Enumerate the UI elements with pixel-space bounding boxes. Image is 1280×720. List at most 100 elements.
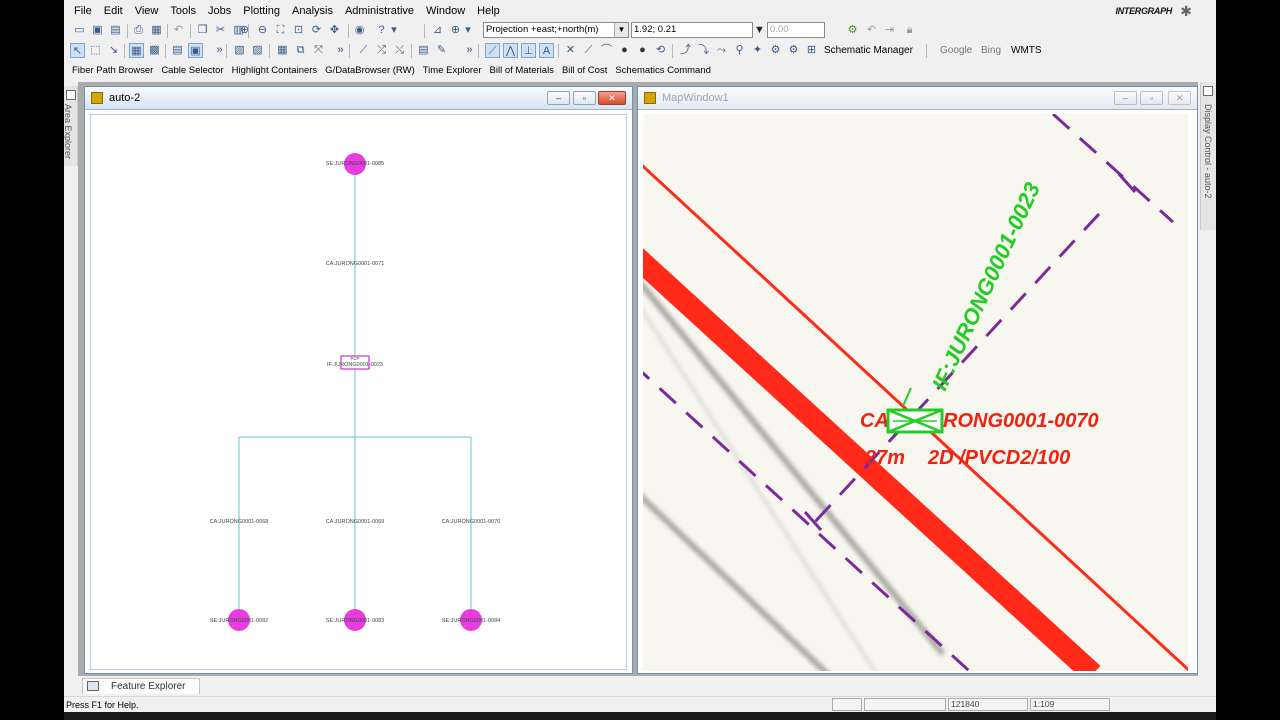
more-tools-icon[interactable]: » <box>212 43 227 58</box>
trace-upstream-icon[interactable]: ⤴ <box>678 43 693 58</box>
lock-icon[interactable]: 🔒︎ <box>902 23 917 38</box>
schematic-icon[interactable]: ⚙ <box>768 43 783 58</box>
text-tool-icon[interactable]: A <box>539 43 554 58</box>
draw-line-icon[interactable]: ⟋ <box>485 43 500 58</box>
zoom-in-icon[interactable]: ⊕ <box>237 23 252 38</box>
rotate-icon[interactable]: ⟲ <box>653 43 668 58</box>
area-explorer-dock[interactable]: Area Explorer <box>64 86 78 166</box>
select-arrow-icon[interactable]: ↖ <box>70 43 85 58</box>
feature-move-icon[interactable]: ⤧ <box>311 43 326 58</box>
pin-icon[interactable] <box>1203 86 1213 96</box>
cable-selector-button[interactable]: Cable Selector <box>157 63 227 79</box>
wmts-button[interactable]: WMTS <box>1011 44 1042 58</box>
menu-plotting[interactable]: Plotting <box>237 2 286 20</box>
draw-angle-icon[interactable]: ⊥ <box>521 43 536 58</box>
bing-button[interactable]: Bing <box>981 44 1001 58</box>
menu-tools[interactable]: Tools <box>164 2 202 20</box>
map-window[interactable]: MapWindow1 – ▫ ✕ IF:JURONG0001-0023 CA R… <box>637 86 1198 674</box>
cut-icon[interactable]: ✂ <box>213 23 228 38</box>
grid-select-icon[interactable]: ▦ <box>129 43 144 58</box>
select-tool-icon[interactable]: ↘ <box>106 43 121 58</box>
fcp-enclosure-symbol[interactable] <box>886 408 944 434</box>
tab-feature-explorer[interactable]: Feature Explorer <box>82 678 200 694</box>
minimize-button[interactable]: – <box>1114 91 1137 105</box>
attribute-icon[interactable]: ▧ <box>232 43 247 58</box>
pan-icon[interactable]: ✥ <box>327 23 342 38</box>
select-box-icon[interactable]: ⬚ <box>88 43 103 58</box>
bill-of-materials-button[interactable]: Bill of Materials <box>486 63 558 79</box>
locate-icon[interactable]: ◉ <box>352 23 367 38</box>
draw-polyline-icon[interactable]: ⋀ <box>503 43 518 58</box>
close-button[interactable]: ✕ <box>1168 91 1191 105</box>
g-databrowser-button[interactable]: G/DataBrowser (RW) <box>321 63 419 79</box>
link-icon[interactable]: ⇥ <box>882 23 897 38</box>
dropdown-arrow-icon[interactable]: ▾ <box>464 23 472 38</box>
network-icon[interactable]: ⚙ <box>845 23 860 38</box>
new-document-icon[interactable]: ▭ <box>72 23 87 38</box>
time-explorer-button[interactable]: Time Explorer <box>419 63 486 79</box>
menu-edit[interactable]: Edit <box>98 2 129 20</box>
network-trace-icon[interactable]: ⚙ <box>786 43 801 58</box>
zoom-out-icon[interactable]: ⊖ <box>255 23 270 38</box>
map-canvas[interactable]: IF:JURONG0001-0023 CA RONG0001-0070 27m … <box>643 114 1188 671</box>
layer-active-icon[interactable]: ▣ <box>188 43 203 58</box>
save-icon[interactable]: ▤ <box>108 23 123 38</box>
display-control-tab[interactable]: Display Control - auto-2 <box>1203 104 1213 199</box>
menu-administrative[interactable]: Administrative <box>339 2 420 20</box>
grid-deselect-icon[interactable]: ▩ <box>147 43 162 58</box>
more-tools-icon[interactable]: » <box>333 43 348 58</box>
chevron-down-icon[interactable]: ▼ <box>754 23 765 38</box>
google-button[interactable]: Google <box>940 44 972 58</box>
zoom-window-icon[interactable]: ⊡ <box>291 23 306 38</box>
measure-icon[interactable]: ⊿ <box>430 23 445 38</box>
menu-file[interactable]: File <box>64 2 98 20</box>
trace-downstream-icon[interactable]: ⤵ <box>696 43 711 58</box>
fit-all-icon[interactable]: ⛶ <box>273 23 288 38</box>
highlight-containers-button[interactable]: Highlight Containers <box>228 63 322 79</box>
value-field[interactable]: 0.00 <box>767 22 825 38</box>
print-icon[interactable]: ⎙ <box>131 23 146 38</box>
close-button[interactable]: ✕ <box>598 91 626 105</box>
trace-icon[interactable]: ⤳ <box>714 43 729 58</box>
display-control-dock[interactable]: Display Control - auto-2 <box>1200 82 1216 230</box>
coordinate-readout-field[interactable]: 1.92; 0.21 <box>631 22 753 38</box>
minimize-button[interactable]: – <box>547 91 570 105</box>
schematics-command-button[interactable]: Schematics Command <box>611 63 715 79</box>
cross-icon[interactable]: ✕ <box>563 43 578 58</box>
schematic-window[interactable]: auto-2 – ▫ ✕ SE:JURONG0001-0085 CA:JURON… <box>84 86 633 674</box>
menu-help[interactable]: Help <box>471 2 506 20</box>
menu-view[interactable]: View <box>129 2 165 20</box>
maximize-button[interactable]: ▫ <box>1140 91 1163 105</box>
schematic-manager-icon[interactable]: ⊞ <box>804 43 819 58</box>
dropdown-arrow-icon[interactable]: ▾ <box>390 23 398 38</box>
more-tools-icon[interactable]: » <box>462 43 477 58</box>
schematic-window-titlebar[interactable]: auto-2 – ▫ ✕ <box>85 87 632 110</box>
pin-icon[interactable] <box>66 90 76 100</box>
print-preview-icon[interactable]: ▦ <box>149 23 164 38</box>
map-window-titlebar[interactable]: MapWindow1 – ▫ ✕ <box>638 87 1197 110</box>
edit-icon[interactable]: ✎ <box>434 43 449 58</box>
arc-icon[interactable]: ⌒ <box>599 43 614 58</box>
chevron-down-icon[interactable]: ▼ <box>614 23 628 37</box>
area-explorer-tab[interactable]: Area Explorer <box>64 104 73 159</box>
coordinate-system-icon[interactable]: ⊕ <box>448 23 463 38</box>
help-query-icon[interactable]: ? <box>374 23 389 38</box>
menu-analysis[interactable]: Analysis <box>286 2 339 20</box>
highlight-icon[interactable]: ✦ <box>750 43 765 58</box>
copy-icon[interactable]: ❐ <box>195 23 210 38</box>
menu-jobs[interactable]: Jobs <box>202 2 237 20</box>
line-tool-icon[interactable]: ⟋ <box>356 43 371 58</box>
menu-window[interactable]: Window <box>420 2 471 20</box>
fiber-path-browser-button[interactable]: Fiber Path Browser <box>64 63 157 79</box>
maximize-button[interactable]: ▫ <box>573 91 596 105</box>
point-icon[interactable]: ● <box>617 43 632 58</box>
back-icon[interactable]: ↶ <box>864 23 879 38</box>
properties-icon[interactable]: ▤ <box>416 43 431 58</box>
diagonal-line-icon[interactable]: ⟋ <box>581 43 596 58</box>
join-icon[interactable]: ⤯ <box>392 43 407 58</box>
refresh-icon[interactable]: ⟳ <box>309 23 324 38</box>
schematic-canvas[interactable]: SE:JURONG0001-0085 CA:JURONG0001-0071 FC… <box>90 114 627 670</box>
node-icon[interactable]: ● <box>635 43 650 58</box>
schematic-manager-button[interactable]: Schematic Manager <box>824 44 913 58</box>
feature-icon[interactable]: ▦ <box>275 43 290 58</box>
